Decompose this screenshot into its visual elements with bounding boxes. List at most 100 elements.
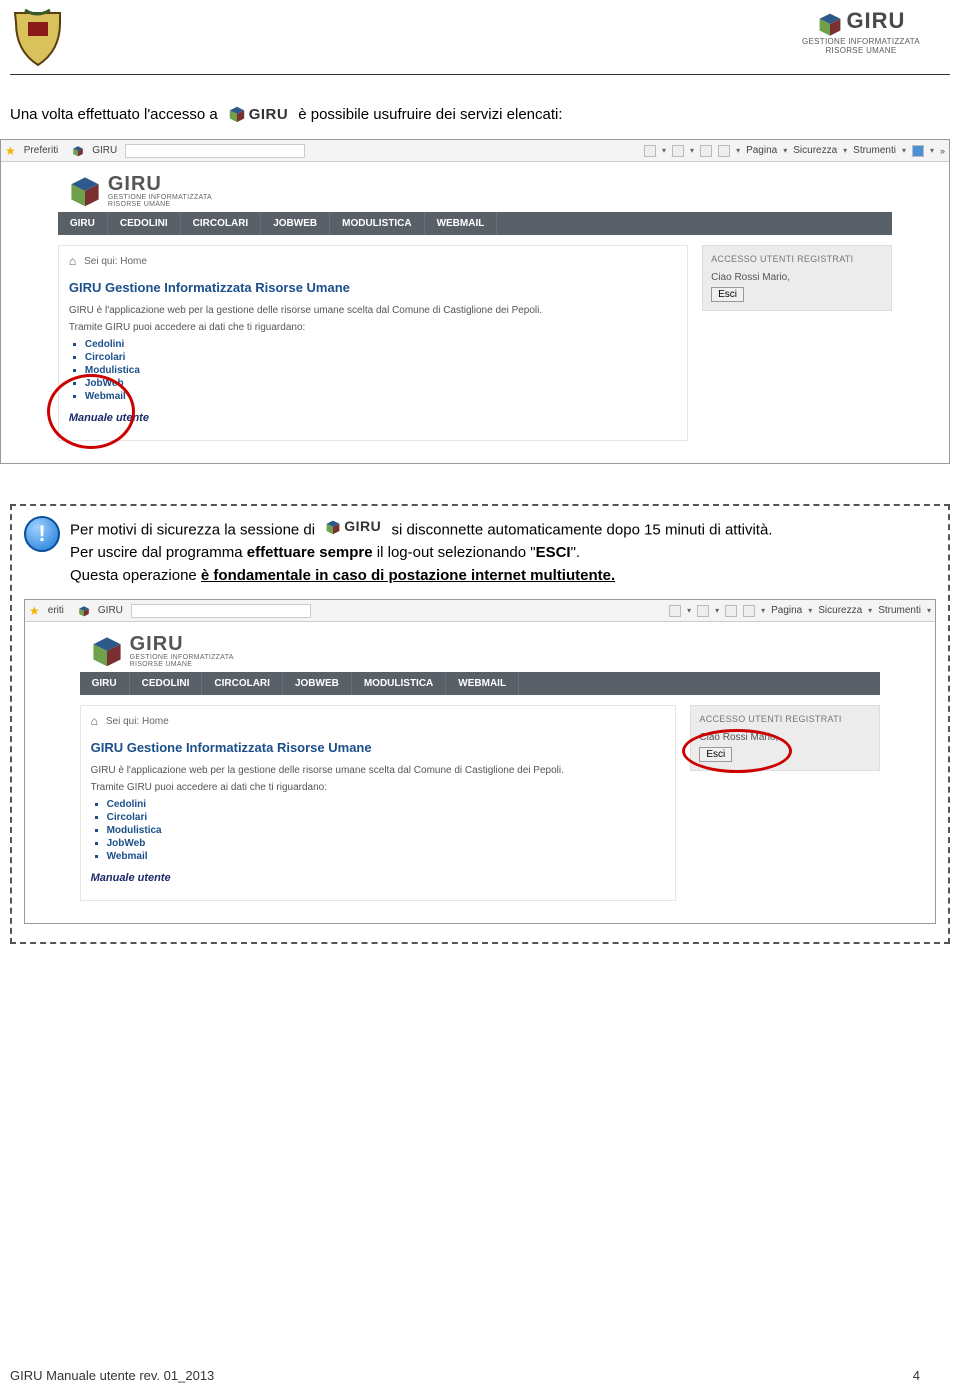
page-heading: GIRU Gestione Informatizzata Risorse Uma…: [69, 280, 677, 295]
ie-toolbar: ★ Preferiti GIRU ▾ ▾ ▾ Pagina▾ Sicurezza…: [1, 140, 949, 162]
nav-item[interactable]: GIRU: [58, 212, 108, 235]
app-giru-logo-icon: [68, 174, 102, 208]
nav-item[interactable]: CEDOLINI: [108, 212, 181, 235]
header-rule: [10, 74, 950, 75]
info-l2d: ESCI: [536, 544, 571, 561]
nav-item[interactable]: WEBMAIL: [425, 212, 498, 235]
logout-button[interactable]: Esci: [711, 287, 744, 302]
app-brand-title: GIRU: [108, 174, 212, 194]
link-item[interactable]: Circolari: [85, 352, 677, 363]
chevron-down-icon: ▾: [662, 146, 666, 155]
desc-2: Tramite GIRU puoi accedere ai dati che t…: [69, 322, 677, 333]
municipal-crest-icon: [10, 8, 65, 68]
link-item[interactable]: Circolari: [107, 812, 666, 823]
info-l2c: il log-out selezionando ": [373, 544, 536, 561]
manual-link[interactable]: Manuale utente: [91, 872, 666, 884]
link-item[interactable]: Webmail: [85, 391, 677, 402]
tab-giru-icon: [72, 145, 84, 157]
intro-part2: è possibile usufruire dei servizi elenca…: [298, 106, 562, 123]
pagina-menu: Pagina: [746, 145, 777, 156]
home-icon: ⌂: [69, 254, 76, 268]
inline-giru-text: GIRU: [249, 106, 289, 123]
service-links: Cedolini Circolari Modulistica JobWeb We…: [107, 799, 666, 862]
nav-item[interactable]: JOBWEB: [283, 672, 352, 695]
chevron-down-icon: ▾: [843, 146, 847, 155]
nav-item[interactable]: JOBWEB: [261, 212, 330, 235]
login-box-title: ACCESSO UTENTI REGISTRATI: [699, 714, 871, 724]
ie-toolbar: ★ eriti GIRU ▾ ▾ ▾ Pagina▾ Sicurezza▾ St…: [25, 600, 935, 622]
preferiti-label: Preferiti: [24, 145, 58, 156]
link-item[interactable]: Cedolini: [85, 339, 677, 350]
footer-page-number: 4: [913, 1368, 920, 1383]
desc-1: GIRU è l'applicazione web per la gestion…: [91, 765, 666, 776]
strumenti-menu: Strumenti: [853, 145, 896, 156]
info-text: Per motivi di sicurezza la sessione di G…: [70, 516, 773, 587]
link-item[interactable]: JobWeb: [107, 838, 666, 849]
mail-icon: [725, 605, 737, 617]
brand-title: GIRU: [846, 8, 905, 33]
tab-giru-icon: [78, 605, 90, 617]
link-item[interactable]: Cedolini: [107, 799, 666, 810]
nav-item[interactable]: WEBMAIL: [446, 672, 519, 695]
print-icon: [743, 605, 755, 617]
chevron-down-icon: ▾: [902, 146, 906, 155]
link-item[interactable]: Modulistica: [85, 365, 677, 376]
desc-2: Tramite GIRU puoi accedere ai dati che t…: [91, 782, 666, 793]
home-icon: [644, 145, 656, 157]
info-l3b: è fondamentale in caso di postazione int…: [201, 567, 615, 584]
app-brand-sub2: RISORSE UMANE: [130, 661, 234, 668]
page-footer: GIRU Manuale utente rev. 01_2013 4: [0, 1368, 960, 1383]
manual-link[interactable]: Manuale utente: [69, 412, 677, 424]
brand-top: GIRU GESTIONE INFORMATIZZATA RISORSE UMA…: [802, 8, 920, 55]
brand-sub2: RISORSE UMANE: [802, 46, 920, 55]
info-l2a: Per uscire dal programma: [70, 544, 247, 561]
service-links: Cedolini Circolari Modulistica JobWeb We…: [85, 339, 677, 402]
app-navbar: GIRU CEDOLINI CIRCOLARI JOBWEB MODULISTI…: [80, 672, 881, 695]
app-body: GIRU GESTIONE INFORMATIZZATA RISORSE UMA…: [25, 622, 935, 923]
nav-item[interactable]: MODULISTICA: [352, 672, 446, 695]
login-box-title: ACCESSO UTENTI REGISTRATI: [711, 254, 883, 264]
chevron-down-icon: ▾: [687, 606, 691, 615]
giru-logo-icon: [817, 11, 843, 37]
nav-item[interactable]: CIRCOLARI: [181, 212, 262, 235]
login-box: ACCESSO UTENTI REGISTRATI Ciao Rossi Mar…: [702, 245, 892, 311]
info-l3a: Questa operazione: [70, 567, 201, 584]
chevron-down-icon: ▾: [761, 606, 765, 615]
favorites-star-icon: ★: [5, 144, 16, 158]
app-giru-logo-icon: [90, 634, 124, 668]
link-item[interactable]: Modulistica: [107, 825, 666, 836]
info-dashed-box: ! Per motivi di sicurezza la sessione di…: [10, 504, 950, 944]
breadcrumb-text: Sei qui: Home: [106, 716, 169, 727]
app-brand-sub1: GESTIONE INFORMATIZZATA: [108, 194, 212, 201]
greeting-text: Ciao Rossi Mario,: [711, 272, 883, 283]
info-l2b: effettuare sempre: [247, 544, 373, 561]
chevron-down-icon: ▾: [930, 146, 934, 155]
chevron-down-icon: ▾: [783, 146, 787, 155]
app-brand: GIRU GESTIONE INFORMATIZZATA RISORSE UMA…: [80, 628, 881, 672]
link-item[interactable]: Webmail: [107, 851, 666, 862]
nav-item[interactable]: GIRU: [80, 672, 130, 695]
intro-part1: Una volta effettuato l'accesso a: [10, 106, 218, 123]
greeting-text: Ciao Rossi Mario,: [699, 732, 871, 743]
nav-item[interactable]: MODULISTICA: [330, 212, 424, 235]
giru-cube-icon: [228, 105, 246, 123]
link-item[interactable]: JobWeb: [85, 378, 677, 389]
feed-icon: [672, 145, 684, 157]
app-brand: GIRU GESTIONE INFORMATIZZATA RISORSE UMA…: [58, 168, 892, 212]
logout-button[interactable]: Esci: [699, 747, 732, 762]
app-body: GIRU GESTIONE INFORMATIZZATA RISORSE UMA…: [1, 162, 949, 463]
giru-cube-icon: [325, 519, 341, 535]
info-l2e: ".: [571, 544, 581, 561]
app-brand-title: GIRU: [130, 634, 234, 654]
app-navbar: GIRU CEDOLINI CIRCOLARI JOBWEB MODULISTI…: [58, 212, 892, 235]
preferiti-label: eriti: [48, 605, 64, 616]
chevron-down-icon: ▾: [736, 146, 740, 155]
mail-icon: [700, 145, 712, 157]
page-header: GIRU GESTIONE INFORMATIZZATA RISORSE UMA…: [0, 0, 960, 72]
home-icon: ⌂: [91, 714, 98, 728]
breadcrumb: ⌂ Sei qui: Home: [91, 714, 666, 728]
nav-item[interactable]: CEDOLINI: [130, 672, 203, 695]
tab-giru-label: GIRU: [92, 145, 117, 156]
inline-giru-text: GIRU: [344, 516, 381, 537]
nav-item[interactable]: CIRCOLARI: [202, 672, 283, 695]
